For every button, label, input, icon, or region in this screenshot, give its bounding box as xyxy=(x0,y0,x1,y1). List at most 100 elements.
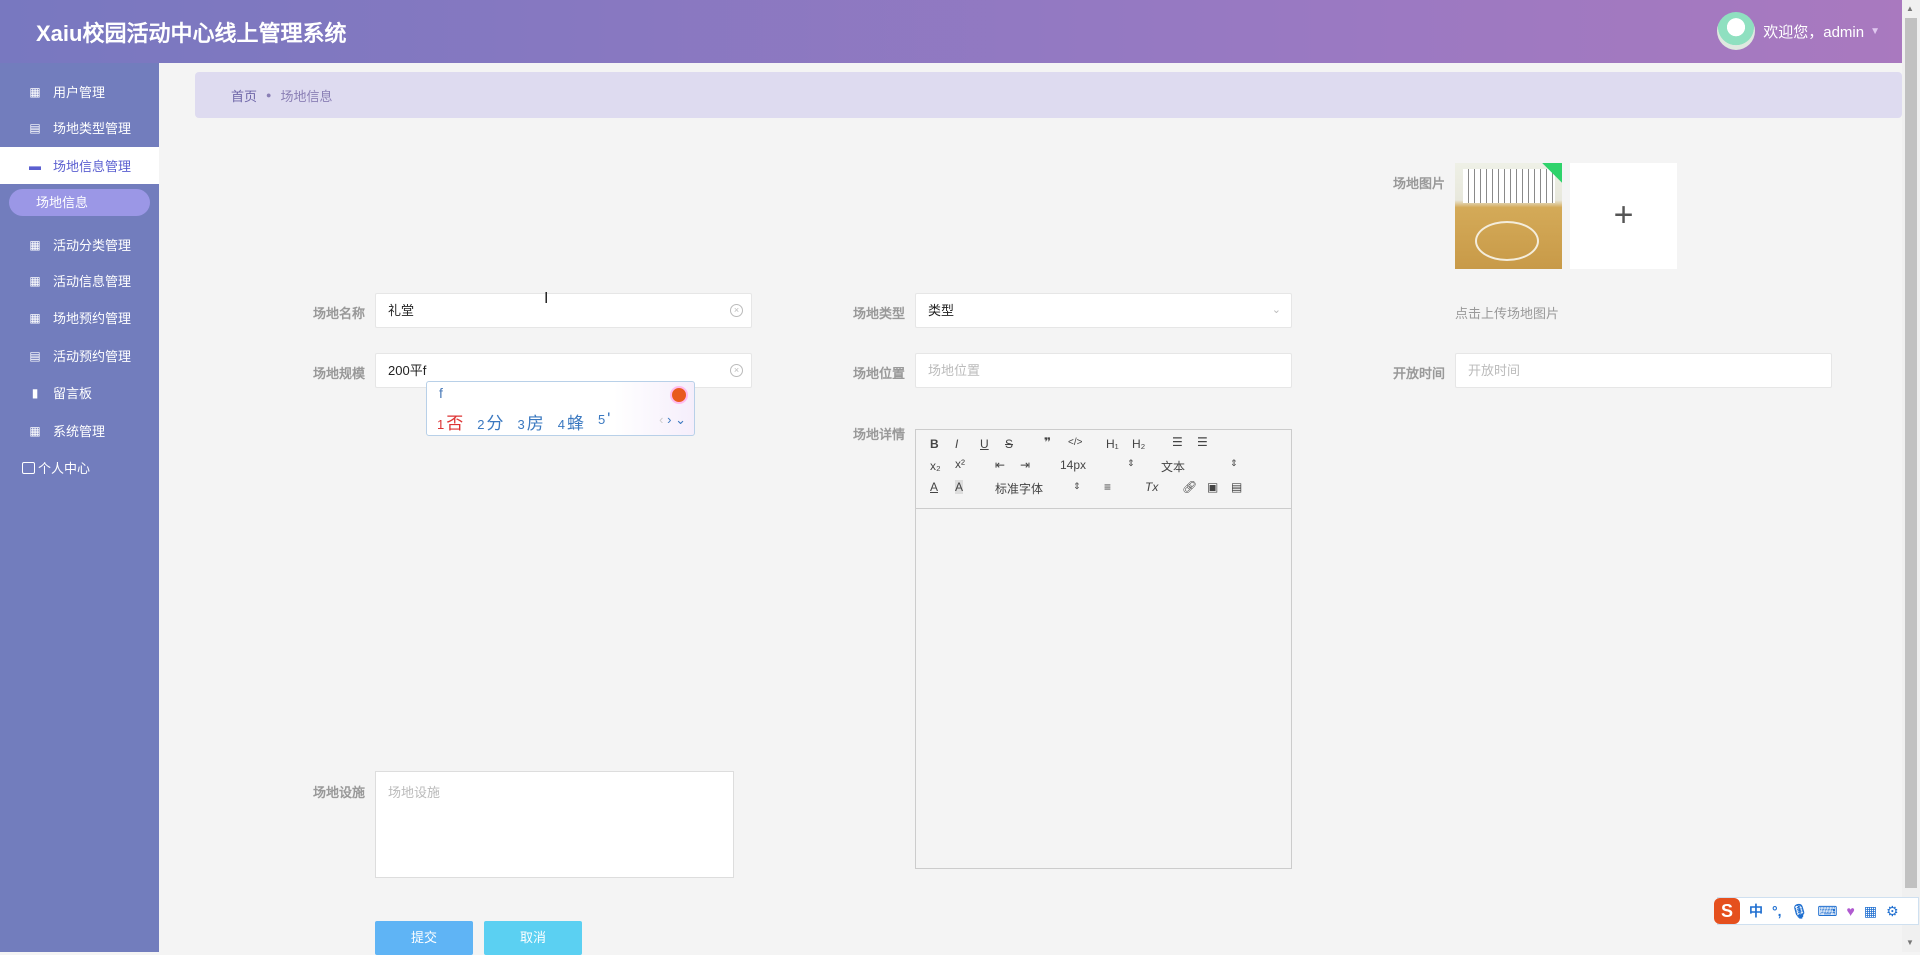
sidebar-item-personal-center[interactable]: 个人中心 xyxy=(22,458,90,477)
font-family-select[interactable]: 标准字体 xyxy=(995,480,1043,497)
sort-icon: ⇕ xyxy=(1230,458,1238,468)
sidebar-item-label: 活动信息管理 xyxy=(53,274,132,289)
ime-candidate[interactable]: 2分 xyxy=(477,409,503,434)
sidebar-subitem-venue-info[interactable]: 场地信息 xyxy=(9,189,150,216)
venue-type-select[interactable]: 类型 ⌄ xyxy=(915,293,1292,328)
venue-name-input[interactable]: 礼堂 × xyxy=(375,293,752,328)
upload-plus-button[interactable]: + xyxy=(1570,163,1677,269)
ordered-list-icon[interactable]: ☰ xyxy=(1172,435,1183,449)
welcome-text: 欢迎您，admin xyxy=(1763,23,1865,41)
cancel-button[interactable]: 取消 xyxy=(484,921,582,955)
venue-location-label: 场地位置 xyxy=(852,366,905,381)
scrollbar-thumb[interactable] xyxy=(1905,18,1917,888)
chevron-down-icon[interactable]: ⌄ xyxy=(675,412,686,427)
grid-9-icon: ▦ xyxy=(29,273,41,288)
paragraph-select[interactable]: 文本 xyxy=(1161,458,1185,475)
sidebar-item-activity-categories[interactable]: ▦ 活动分类管理 xyxy=(0,226,159,263)
sidebar-item-venue-booking[interactable]: ▦ 场地预约管理 xyxy=(0,299,159,336)
apps-icon[interactable]: ▦ xyxy=(1864,903,1877,920)
strike-icon[interactable]: S xyxy=(1005,437,1013,451)
header-2-icon[interactable]: H₂ xyxy=(1132,437,1145,451)
link-icon[interactable]: 🔗︎ xyxy=(1182,480,1197,494)
chevron-down-icon: ⌄ xyxy=(1271,304,1281,316)
breadcrumb-current: 场地信息 xyxy=(280,88,333,104)
blockquote-icon[interactable]: ❞ xyxy=(1044,435,1051,449)
microphone-icon[interactable]: 🎙︎ xyxy=(1791,903,1809,920)
subscript-icon[interactable]: x₂ xyxy=(930,459,941,473)
message-icon: ▬ xyxy=(29,158,41,173)
ime-pinyin: f xyxy=(439,385,443,401)
keyboard-icon[interactable]: ⌨︎ xyxy=(1817,903,1837,920)
sidebar-item-label: 场地预约管理 xyxy=(53,311,132,326)
sidebar-item-label: 用户管理 xyxy=(53,85,106,100)
ime-page-nav[interactable]: ‹ › ⌄ xyxy=(659,412,686,428)
venue-location-input[interactable]: 场地位置 xyxy=(915,353,1292,388)
chevron-right-icon[interactable]: › xyxy=(667,412,671,427)
sidebar-item-message-board[interactable]: ▮ 留言板 xyxy=(0,374,159,411)
superscript-icon[interactable]: x² xyxy=(955,457,965,471)
upload-hint: 点击上传场地图片 xyxy=(1455,306,1560,321)
clear-format-icon[interactable]: Tx xyxy=(1145,480,1158,494)
skin-icon[interactable]: ♥ xyxy=(1847,903,1855,919)
grid-icon: ▦ xyxy=(29,237,41,252)
ime-candidate[interactable]: 3房 xyxy=(517,409,543,434)
editor-toolbar: B I U S ❞ </> H₁ H₂ ☰ ☰ x₂ x² ⇤ ⇥ 14px ⇕… xyxy=(916,430,1291,509)
sidebar-item-activity-info[interactable]: ▦ 活动信息管理 xyxy=(0,262,159,299)
ime-candidate[interactable]: 5 ' xyxy=(598,409,610,434)
sidebar-item-label: 留言板 xyxy=(53,386,93,401)
clipboard-x-icon: ▤ xyxy=(29,348,41,363)
font-color-icon[interactable]: A xyxy=(930,480,938,494)
bold-icon[interactable]: B xyxy=(930,437,939,451)
sogou-logo-icon[interactable]: S xyxy=(1714,898,1740,924)
sidebar-item-label: 场地类型管理 xyxy=(53,121,132,136)
align-icon[interactable]: ≡ xyxy=(1104,480,1111,494)
sidebar: ▦ 用户管理 ▤ 场地类型管理 ▬ 场地信息管理 场地信息 ▦ 活动分类管理 ▦ 活动信息… xyxy=(0,63,159,952)
text-cursor-icon: I xyxy=(544,290,549,307)
bullet-list-icon[interactable]: ☰ xyxy=(1197,435,1208,449)
ime-candidate[interactable]: 4蜂 xyxy=(558,409,584,434)
video-icon[interactable]: ▤ xyxy=(1231,480,1242,494)
sidebar-item-venue-info[interactable]: ▬ 场地信息管理 xyxy=(0,147,159,184)
ime-candidate[interactable]: 1否 xyxy=(437,409,463,434)
open-time-input[interactable]: 开放时间 xyxy=(1455,353,1832,388)
board-icon: ▮ xyxy=(31,385,39,400)
app-title: Xaiu校园活动中心线上管理系统 xyxy=(36,21,347,46)
sidebar-item-label: 系统管理 xyxy=(53,424,106,439)
clear-icon[interactable]: × xyxy=(730,304,743,317)
underline-icon[interactable]: U xyxy=(980,437,989,451)
scroll-up-icon[interactable]: ▲ xyxy=(1906,4,1914,13)
submit-button[interactable]: 提交 xyxy=(375,921,473,955)
ime-mode-toggle[interactable]: 中 xyxy=(1749,901,1763,921)
ime-status-bar: S 中 °, 🎙︎ ⌨︎ ♥ ▦ ⚙︎ xyxy=(1714,897,1919,925)
italic-icon[interactable]: I xyxy=(955,437,958,451)
venue-image-thumbnail[interactable] xyxy=(1455,163,1562,269)
indent-icon[interactable]: ⇥ xyxy=(1020,458,1030,472)
sort-icon: ⇕ xyxy=(1127,458,1135,468)
outdent-icon[interactable]: ⇤ xyxy=(995,458,1005,472)
avatar[interactable] xyxy=(1717,12,1756,50)
clear-icon[interactable]: × xyxy=(730,364,743,377)
breadcrumb-home[interactable]: 首页 xyxy=(231,86,257,105)
ime-punct-toggle[interactable]: °, xyxy=(1772,903,1782,919)
background-color-icon[interactable]: A xyxy=(955,480,964,494)
code-icon[interactable]: </> xyxy=(1068,437,1082,448)
sidebar-item-users[interactable]: ▦ 用户管理 xyxy=(0,73,159,110)
chevron-left-icon[interactable]: ‹ xyxy=(659,412,663,427)
ime-candidate-popup: f 1否 2分 3房 4蜂 5 ' ‹ › ⌄ xyxy=(426,381,695,436)
venue-type-value: 类型 xyxy=(928,303,955,318)
image-icon[interactable]: ▣ xyxy=(1207,480,1218,494)
header-1-icon[interactable]: H₁ xyxy=(1106,437,1119,451)
scroll-down-icon[interactable]: ▼ xyxy=(1906,938,1914,947)
sidebar-item-venue-types[interactable]: ▤ 场地类型管理 xyxy=(0,109,159,146)
user-menu[interactable]: 欢迎您，admin ▼ xyxy=(1717,12,1880,50)
settings-icon[interactable]: ⚙︎ xyxy=(1886,903,1899,920)
caret-down-icon[interactable]: ▼ xyxy=(1870,26,1880,37)
sidebar-item-activity-booking[interactable]: ▤ 活动预约管理 xyxy=(0,337,159,374)
venue-name-label: 场地名称 xyxy=(312,306,365,321)
page-scrollbar[interactable]: ▲ ▼ xyxy=(1902,0,1920,952)
facilities-textarea[interactable]: 场地设施 xyxy=(375,771,734,878)
sidebar-item-system[interactable]: ▦ 系统管理 xyxy=(0,412,159,449)
rich-text-editor[interactable]: B I U S ❞ </> H₁ H₂ ☰ ☰ x₂ x² ⇤ ⇥ 14px ⇕… xyxy=(915,429,1292,869)
font-size-select[interactable]: 14px xyxy=(1060,458,1086,472)
breadcrumb-separator: ● xyxy=(266,90,272,100)
